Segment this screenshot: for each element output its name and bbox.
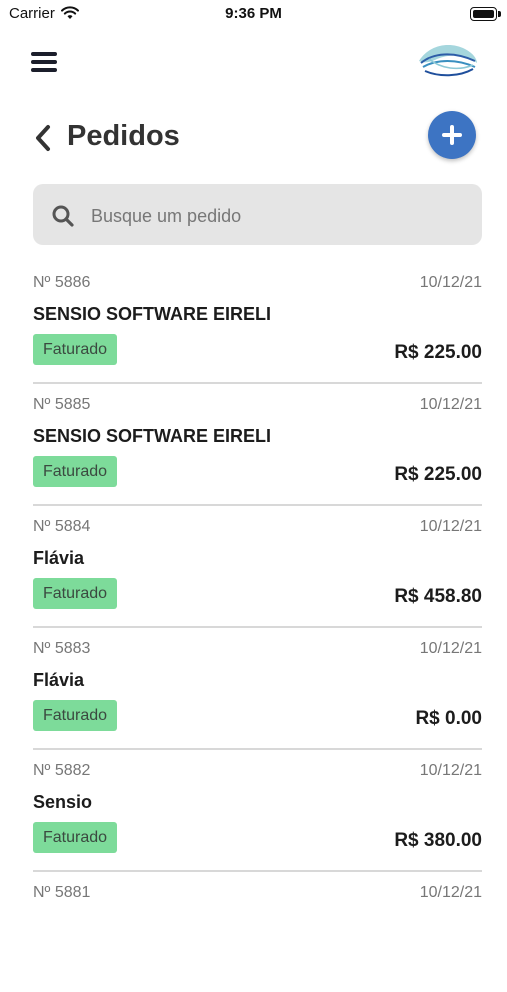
order-item[interactable]: Nº 5882 10/12/21 Sensio Faturado R$ 380.… — [33, 750, 482, 872]
order-number: Nº 5883 — [33, 640, 91, 657]
order-number: Nº 5882 — [33, 762, 91, 779]
order-total: R$ 458.80 — [394, 586, 482, 607]
order-date: 10/12/21 — [419, 884, 482, 901]
order-customer: SENSIO SOFTWARE EIRELI — [33, 304, 272, 324]
wave-logo — [419, 45, 477, 77]
status-time: 9:36 PM — [225, 5, 282, 22]
page-title: Pedidos — [67, 120, 180, 152]
chevron-left-icon[interactable] — [33, 123, 53, 153]
order-date: 10/12/21 — [419, 762, 482, 779]
order-item[interactable]: Nº 5885 10/12/21 SENSIO SOFTWARE EIRELI … — [33, 384, 482, 506]
search-input[interactable] — [89, 198, 473, 234]
order-total: R$ 0.00 — [415, 708, 482, 729]
status-badge: Faturado — [33, 822, 118, 853]
order-customer: Flávia — [33, 548, 85, 568]
status-badge: Faturado — [33, 578, 118, 609]
battery-icon — [470, 7, 501, 21]
order-customer: SENSIO SOFTWARE EIRELI — [33, 426, 272, 446]
order-customer: Sensio — [33, 792, 93, 812]
search-bar[interactable] — [33, 184, 482, 245]
order-item[interactable]: Nº 5886 10/12/21 SENSIO SOFTWARE EIRELI … — [33, 262, 482, 384]
order-date: 10/12/21 — [419, 640, 482, 657]
status-bar: Carrier 9:36 PM — [0, 0, 507, 28]
add-order-button[interactable] — [428, 111, 476, 159]
order-date: 10/12/21 — [419, 274, 482, 291]
order-number: Nº 5886 — [33, 274, 91, 291]
status-badge: Faturado — [33, 456, 118, 487]
order-item[interactable]: Nº 5881 10/12/21 — [33, 872, 482, 992]
order-total: R$ 380.00 — [394, 830, 482, 851]
order-number: Nº 5884 — [33, 518, 91, 535]
order-date: 10/12/21 — [419, 396, 482, 413]
order-customer: Flávia — [33, 670, 85, 690]
order-total: R$ 225.00 — [394, 342, 482, 363]
status-badge: Faturado — [33, 334, 118, 365]
order-date: 10/12/21 — [419, 518, 482, 535]
menu-icon[interactable] — [31, 50, 57, 74]
order-number: Nº 5885 — [33, 396, 91, 413]
search-icon — [52, 205, 74, 227]
status-badge: Faturado — [33, 700, 118, 731]
order-total: R$ 225.00 — [394, 464, 482, 485]
order-number: Nº 5881 — [33, 884, 91, 901]
order-item[interactable]: Nº 5883 10/12/21 Flávia Faturado R$ 0.00 — [33, 628, 482, 750]
order-list: Nº 5886 10/12/21 SENSIO SOFTWARE EIRELI … — [33, 262, 482, 992]
order-item[interactable]: Nº 5884 10/12/21 Flávia Faturado R$ 458.… — [33, 506, 482, 628]
